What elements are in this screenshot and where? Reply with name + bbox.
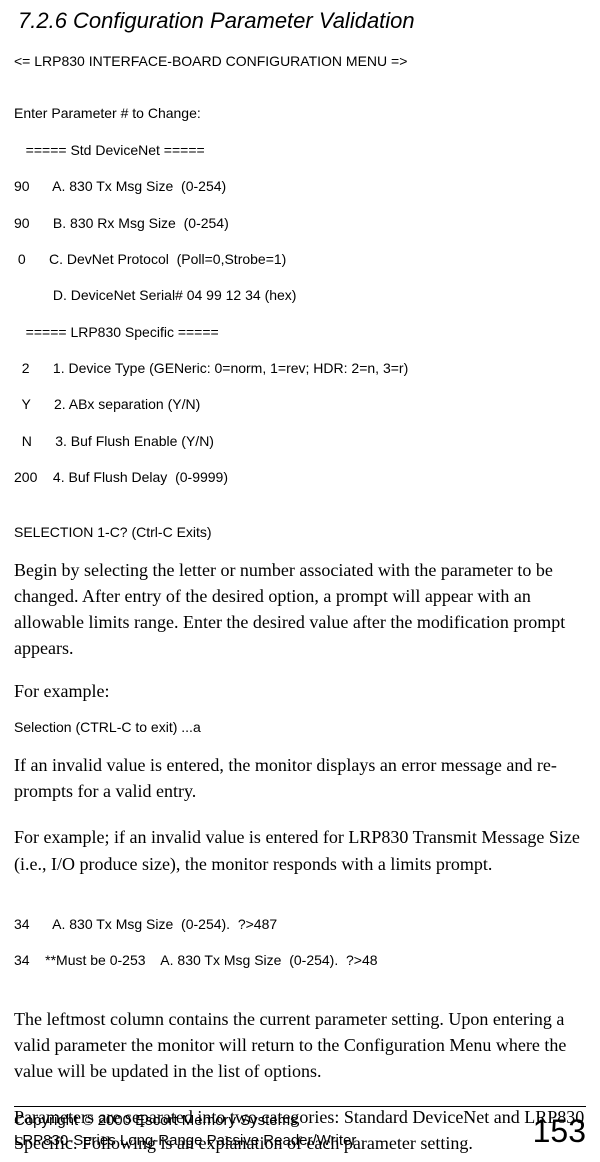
footer-rule xyxy=(14,1106,586,1107)
page-number: 153 xyxy=(533,1113,586,1150)
menu-row-d: D. DeviceNet Serial# 04 99 12 34 (hex) xyxy=(14,286,586,304)
config-menu-block: Enter Parameter # to Change: ===== Std D… xyxy=(14,86,586,504)
copyright-line: Copyright © 2000 Escort Memory Systems xyxy=(14,1111,356,1131)
product-line: LRP830-Series Long-Range Passive Reader/… xyxy=(14,1131,356,1151)
footer-text-block: Copyright © 2000 Escort Memory Systems L… xyxy=(14,1111,356,1150)
selection-prompt: SELECTION 1-C? (Ctrl-C Exits) xyxy=(14,523,586,541)
menu-header: <= LRP830 INTERFACE-BOARD CONFIGURATION … xyxy=(14,52,586,70)
for-example-label: For example: xyxy=(14,681,586,702)
menu-row-a: 90 A. 830 Tx Msg Size (0-254) xyxy=(14,177,586,195)
body-paragraph-4: The leftmost column contains the current… xyxy=(14,1006,586,1084)
body-paragraph-3: For example; if an invalid value is ente… xyxy=(14,824,586,876)
selection-example: Selection (CTRL-C to exit) ...a xyxy=(14,718,586,736)
menu-row-2: Y 2. ABx separation (Y/N) xyxy=(14,395,586,413)
menu-row-3: N 3. Buf Flush Enable (Y/N) xyxy=(14,432,586,450)
menu-row-b: 90 B. 830 Rx Msg Size (0-254) xyxy=(14,214,586,232)
page-footer: Copyright © 2000 Escort Memory Systems L… xyxy=(14,1106,586,1150)
menu-row-c: 0 C. DevNet Protocol (Poll=0,Strobe=1) xyxy=(14,250,586,268)
lrp-divider: ===== LRP830 Specific ===== xyxy=(14,323,586,341)
body-paragraph-1: Begin by selecting the letter or number … xyxy=(14,557,586,661)
body-paragraph-2: If an invalid value is entered, the moni… xyxy=(14,752,586,804)
param-prompt: Enter Parameter # to Change: xyxy=(14,104,586,122)
invalid-example-line-2: 34 **Must be 0-253 A. 830 Tx Msg Size (0… xyxy=(14,951,586,969)
menu-row-4: 200 4. Buf Flush Delay (0-9999) xyxy=(14,468,586,486)
invalid-example-line-1: 34 A. 830 Tx Msg Size (0-254). ?>487 xyxy=(14,915,586,933)
section-heading: 7.2.6 Configuration Parameter Validation xyxy=(18,8,586,34)
invalid-example-block: 34 A. 830 Tx Msg Size (0-254). ?>487 34 … xyxy=(14,897,586,988)
std-divider: ===== Std DeviceNet ===== xyxy=(14,141,586,159)
menu-row-1: 2 1. Device Type (GENeric: 0=norm, 1=rev… xyxy=(14,359,586,377)
